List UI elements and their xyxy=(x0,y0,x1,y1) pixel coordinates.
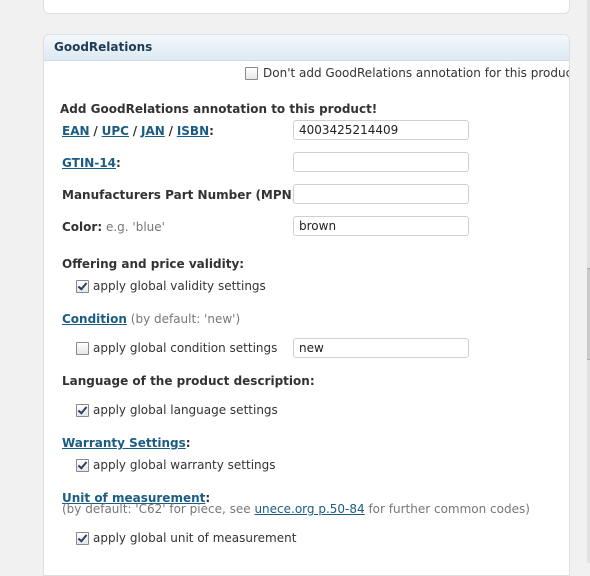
upc-link[interactable]: UPC xyxy=(102,124,129,138)
ean-link[interactable]: EAN xyxy=(62,124,90,138)
colon: : xyxy=(209,124,214,138)
separator: / xyxy=(93,124,98,138)
panel-title[interactable]: GoodRelations xyxy=(44,35,569,61)
mpn-input[interactable] xyxy=(293,184,469,204)
color-input[interactable]: brown xyxy=(293,216,469,236)
warranty-label: Warranty Settings: xyxy=(62,436,191,450)
warranty-checkbox[interactable] xyxy=(76,459,89,472)
previous-panel xyxy=(43,0,570,14)
gtin-label: GTIN-14: xyxy=(62,156,121,170)
colon: : xyxy=(116,156,121,170)
unit-option-label[interactable]: apply global unit of measurement xyxy=(93,531,296,545)
language-option-label[interactable]: apply global language settings xyxy=(93,403,278,417)
condition-option-label[interactable]: apply global condition settings xyxy=(93,341,277,355)
jan-link[interactable]: JAN xyxy=(141,124,165,138)
warranty-option-label[interactable]: apply global warranty settings xyxy=(93,458,276,472)
isbn-link[interactable]: ISBN xyxy=(177,124,209,138)
language-label: Language of the product description: xyxy=(62,374,315,388)
unit-hint-pre: (by default: 'C62' for piece, see xyxy=(62,502,255,516)
dont-add-label[interactable]: Don't add GoodRelations annotation for t… xyxy=(263,66,569,80)
gtin-input[interactable] xyxy=(293,152,469,172)
unit-hint-post: for further common codes) xyxy=(364,502,530,516)
validity-checkbox[interactable] xyxy=(76,280,89,293)
section-heading: Add GoodRelations annotation to this pro… xyxy=(60,102,378,116)
ids-label: EAN / UPC / JAN / ISBN: xyxy=(62,124,214,138)
color-label: Color: e.g. 'blue' xyxy=(62,220,165,234)
mpn-label: Manufacturers Part Number (MPN): xyxy=(62,188,302,202)
unit-checkbox[interactable] xyxy=(76,532,89,545)
validity-option-label[interactable]: apply global validity settings xyxy=(93,279,266,293)
unit-hint: (by default: 'C62' for piece, see unece.… xyxy=(62,502,530,516)
condition-checkbox[interactable] xyxy=(76,342,89,355)
separator: / xyxy=(132,124,138,138)
dont-add-checkbox[interactable] xyxy=(245,67,258,80)
condition-label: Condition (by default: 'new') xyxy=(62,312,240,326)
goodrelations-panel: GoodRelations Don't add GoodRelations an… xyxy=(43,34,570,576)
validity-label: Offering and price validity: xyxy=(62,257,245,271)
separator: / xyxy=(168,124,173,138)
color-hint: e.g. 'blue' xyxy=(105,220,165,234)
condition-hint: (by default: 'new') xyxy=(130,312,241,326)
condition-input[interactable]: new xyxy=(293,338,469,358)
unece-link[interactable]: unece.org p.50-84 xyxy=(254,502,364,516)
ean-input[interactable]: 4003425214409 xyxy=(293,120,469,140)
language-checkbox[interactable] xyxy=(76,404,89,417)
gtin-link[interactable]: GTIN-14 xyxy=(62,156,116,170)
condition-link[interactable]: Condition xyxy=(62,312,127,326)
colon: : xyxy=(185,436,191,450)
warranty-link[interactable]: Warranty Settings xyxy=(62,436,186,450)
color-label-text: Color: xyxy=(62,220,103,234)
